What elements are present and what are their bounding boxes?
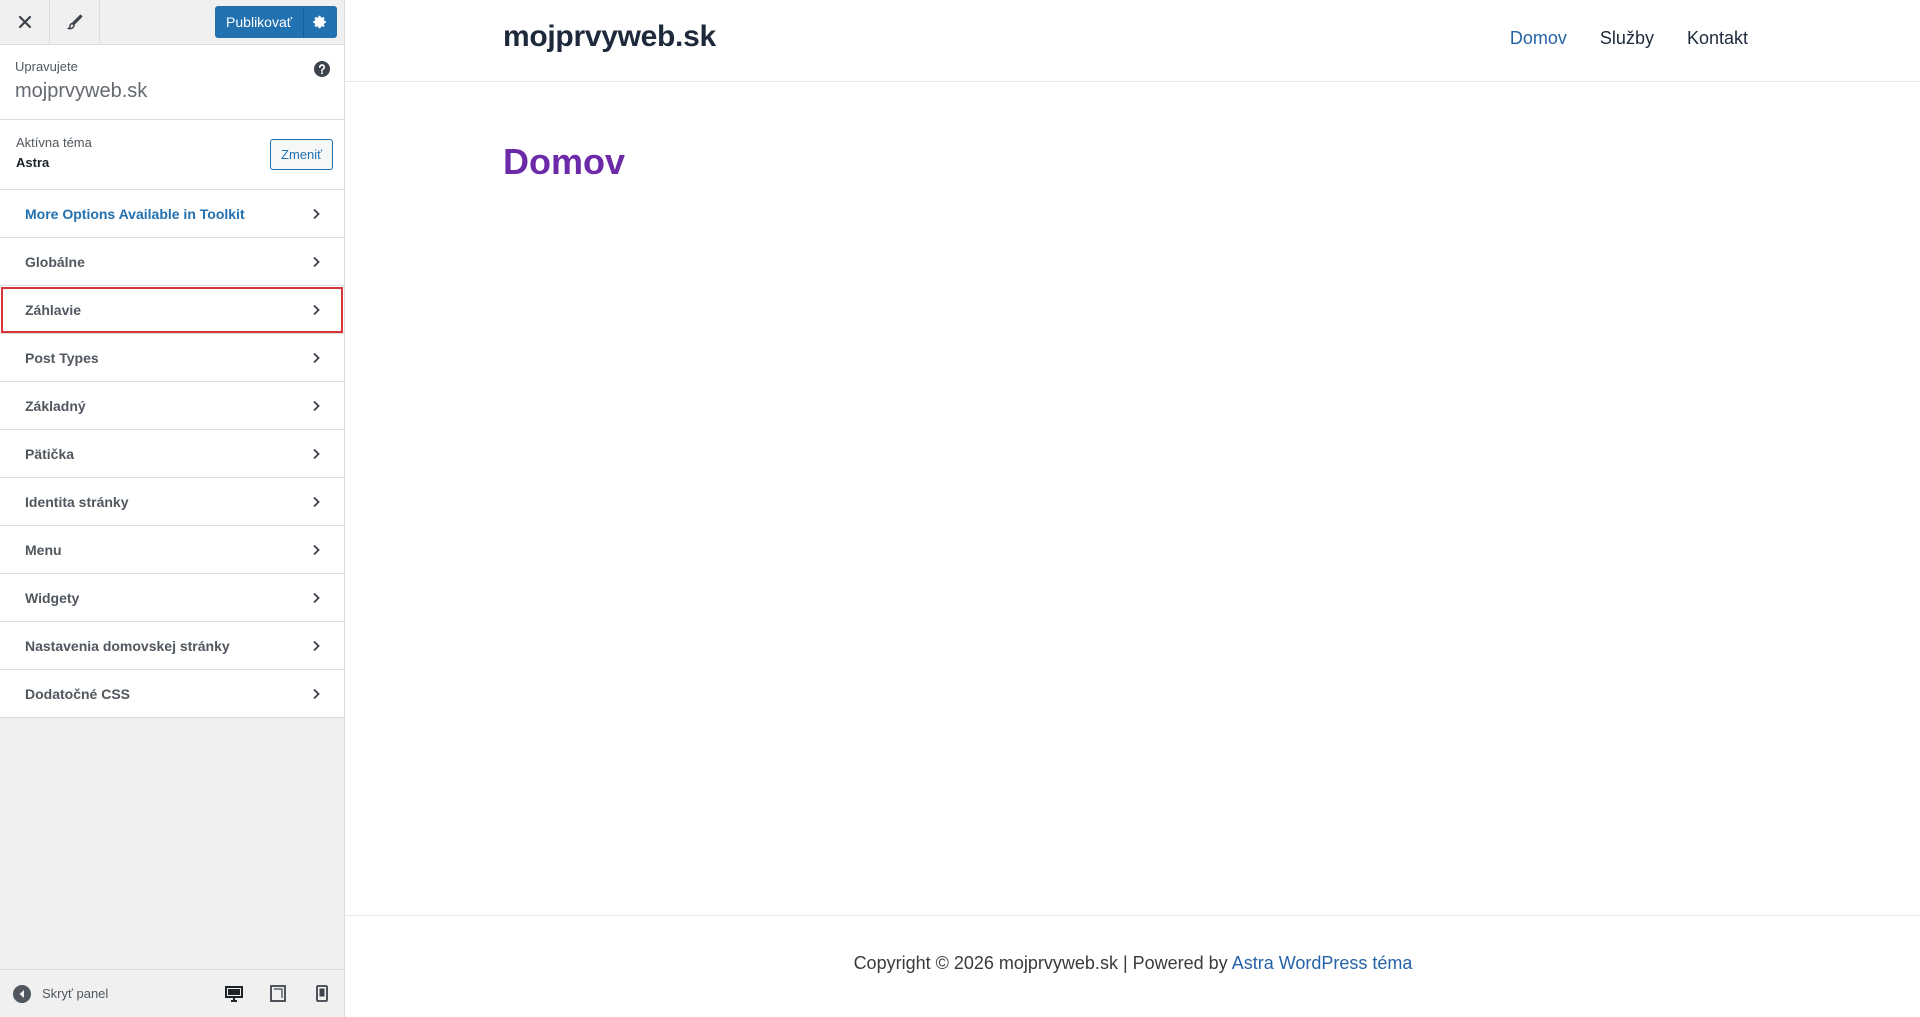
site-title[interactable]: mojprvyweb.sk	[503, 20, 716, 54]
panel-paticka[interactable]: Pätička	[0, 430, 344, 478]
panel-label: Pätička	[25, 445, 75, 462]
collapse-label: Skryť panel	[42, 986, 109, 1001]
brush-icon	[66, 14, 82, 30]
customizer-sidebar: Publikovať Upravujete mojprvyweb.sk Aktí…	[0, 0, 345, 1017]
footer-copyright: Copyright © 2026 mojprvyweb.sk | Powered…	[854, 953, 1413, 974]
collapse-arrow-icon	[13, 984, 31, 1003]
footer-text: Copyright © 2026 mojprvyweb.sk | Powered…	[853, 953, 1232, 973]
change-theme-button[interactable]: Zmeniť	[270, 139, 333, 170]
panel-additional-css[interactable]: Dodatočné CSS	[0, 670, 344, 718]
site-preview: mojprvyweb.sk Domov Služby Kontakt Domov…	[346, 0, 1920, 1017]
panel-toolkit[interactable]: More Options Available in Toolkit	[0, 190, 344, 238]
nav-item-sluzby[interactable]: Služby	[1600, 28, 1654, 49]
panel-zahlavie[interactable]: Záhlavie	[0, 286, 344, 334]
customizer-topbar: Publikovať	[0, 0, 344, 45]
active-theme: Aktívna téma Astra Zmeniť	[0, 120, 344, 190]
edit-shortcuts-button[interactable]	[50, 0, 100, 45]
nav-item-domov[interactable]: Domov	[1510, 28, 1567, 49]
editing-info: Upravujete mojprvyweb.sk	[0, 45, 344, 120]
panel-label: Menu	[25, 541, 62, 558]
help-icon[interactable]	[314, 61, 330, 77]
customizer-panels: More Options Available in Toolkit Globál…	[0, 190, 344, 718]
close-button[interactable]	[0, 0, 50, 45]
panel-label: Dodatočné CSS	[25, 685, 131, 702]
panel-zakladny[interactable]: Základný	[0, 382, 344, 430]
chevron-right-icon	[313, 400, 320, 411]
nav-item-kontakt[interactable]: Kontakt	[1687, 28, 1748, 49]
panel-label: Widgety	[25, 589, 80, 606]
gear-icon	[313, 15, 326, 29]
chevron-right-icon	[313, 448, 320, 459]
desktop-icon	[225, 985, 243, 1002]
publish-button[interactable]: Publikovať	[215, 6, 303, 38]
collapse-panel-button[interactable]: Skryť panel	[13, 984, 109, 1003]
panel-label: Nastavenia domovskej stránky	[25, 637, 230, 654]
mobile-icon	[316, 985, 328, 1002]
chevron-right-icon	[313, 496, 320, 507]
panel-post-types[interactable]: Post Types	[0, 334, 344, 382]
chevron-right-icon	[313, 208, 320, 219]
panel-widgety[interactable]: Widgety	[0, 574, 344, 622]
editing-site-name: mojprvyweb.sk	[15, 80, 148, 102]
chevron-right-icon	[313, 544, 320, 555]
primary-nav: Domov Služby Kontakt	[1510, 28, 1748, 49]
publish-group: Publikovať	[215, 6, 337, 38]
panel-label: More Options Available in Toolkit	[25, 205, 245, 222]
chevron-right-icon	[313, 688, 320, 699]
device-mobile-button[interactable]	[300, 971, 344, 1017]
chevron-right-icon	[313, 256, 320, 267]
tablet-icon	[270, 985, 286, 1002]
panel-label: Post Types	[25, 349, 99, 366]
customizer-footer: Skryť panel	[0, 969, 344, 1017]
panel-label: Identita stránky	[25, 493, 129, 510]
device-switcher	[212, 971, 344, 1017]
panel-homepage-settings[interactable]: Nastavenia domovskej stránky	[0, 622, 344, 670]
chevron-right-icon	[313, 592, 320, 603]
device-desktop-button[interactable]	[212, 971, 256, 1017]
panel-globalne[interactable]: Globálne	[0, 238, 344, 286]
site-footer: Copyright © 2026 mojprvyweb.sk | Powered…	[346, 915, 1920, 1017]
page-title: Domov	[503, 141, 626, 182]
footer-theme-link[interactable]: Astra WordPress téma	[1232, 953, 1413, 973]
close-icon	[18, 15, 31, 29]
chevron-right-icon	[313, 640, 320, 651]
device-tablet-button[interactable]	[256, 971, 300, 1017]
chevron-right-icon	[313, 352, 320, 363]
panel-identita-stranky[interactable]: Identita stránky	[0, 478, 344, 526]
site-header: mojprvyweb.sk Domov Služby Kontakt	[346, 0, 1920, 82]
chevron-right-icon	[313, 304, 320, 315]
panel-label: Globálne	[25, 253, 85, 270]
publish-settings-button[interactable]	[303, 6, 337, 38]
panel-label: Základný	[25, 397, 86, 414]
panel-menu[interactable]: Menu	[0, 526, 344, 574]
panel-label: Záhlavie	[25, 301, 82, 318]
editing-label: Upravujete	[15, 59, 78, 74]
